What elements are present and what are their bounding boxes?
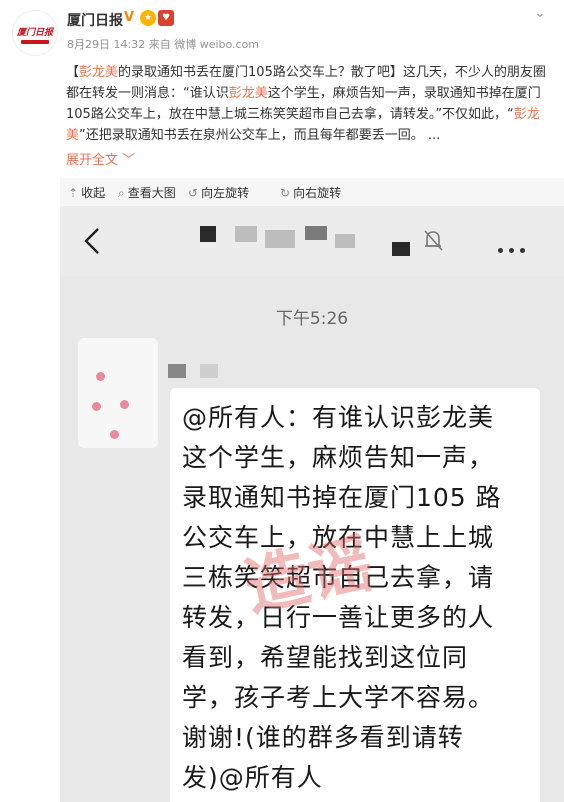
- rotate-left-icon: ↺: [188, 186, 199, 200]
- blurred-title: [392, 242, 410, 256]
- chat-topbar: [60, 206, 564, 276]
- account-name[interactable]: 厦门日报: [67, 10, 123, 30]
- back-arrow-icon: [84, 228, 99, 254]
- post-header: 厦门日报 厦门日报 V ★ ♥ 8月29日 14:32 来自 微博 weibo.…: [0, 0, 564, 60]
- blurred-title: [305, 226, 327, 240]
- post-body: 【彭龙美的录取通知书丢在厦门105路公交车上？散了吧】这几天，不少人的朋友圈都在…: [66, 62, 546, 146]
- view-large-button[interactable]: ⌕ 查看大图: [118, 184, 176, 201]
- more-options-icon: [498, 238, 531, 257]
- post-source: 来自 微博 weibo.com: [148, 38, 260, 51]
- blurred-sender-name: [200, 364, 218, 378]
- rotate-right-button[interactable]: ↻ 向右旋转: [280, 184, 341, 201]
- post-image[interactable]: 下午5:26 @所有人：有谁认识彭龙美这个学生，麻烦告知一声，录取通知书掉在厦门…: [60, 206, 564, 802]
- rotate-left-label: 向左旋转: [201, 186, 250, 200]
- topic-link[interactable]: 彭龙美: [229, 86, 268, 101]
- avatar-pattern-dot: [110, 430, 119, 439]
- avatar-pattern-dot: [120, 400, 129, 409]
- rotate-right-label: 向右旋转: [293, 186, 342, 200]
- avatar-pattern-dot: [96, 372, 105, 381]
- logo-bar: [21, 40, 49, 44]
- rotate-right-icon: ↻: [280, 186, 291, 200]
- topic-link[interactable]: 彭龙美: [79, 65, 118, 80]
- verified-icon: V: [124, 10, 135, 25]
- blurred-sender-name: [168, 364, 186, 378]
- mute-bell-icon: [424, 230, 443, 251]
- chevron-down-icon[interactable]: ⌄: [534, 6, 548, 20]
- chat-timestamp: 下午5:26: [275, 309, 349, 329]
- collapse-label: 收起: [81, 186, 106, 200]
- blurred-title: [200, 226, 216, 242]
- collapse-icon: ⇡: [68, 186, 79, 200]
- account-avatar[interactable]: 厦门日报: [12, 10, 58, 56]
- collapse-button[interactable]: ⇡ 收起: [68, 184, 105, 201]
- post-segment: 【: [66, 65, 80, 80]
- rotate-left-button[interactable]: ↺ 向左旋转: [188, 184, 249, 201]
- avatar-pattern-dot: [92, 402, 101, 411]
- blurred-title: [335, 234, 355, 248]
- logo-text: 厦门日报: [16, 28, 53, 38]
- post-meta: 8月29日 14:32 来自 微博 weibo.com: [67, 36, 259, 52]
- blurred-title: [265, 230, 295, 248]
- post-date[interactable]: 8月29日: [67, 38, 110, 51]
- sender-avatar: [78, 338, 158, 448]
- expand-full-text-link[interactable]: 展开全文 ﹀: [66, 149, 135, 168]
- blurred-title: [235, 226, 257, 242]
- image-toolbar: ⇡ 收起 ⌕ 查看大图 ↺ 向左旋转 ↻ 向右旋转: [60, 178, 564, 206]
- view-large-label: 查看大图: [127, 186, 176, 200]
- vip-badge-icon: ♥: [158, 10, 174, 26]
- post-segment: ”还把录取通知书丢在泉州公交车上，而且每年都要丢一回。 ...: [79, 128, 441, 143]
- post-time[interactable]: 14:32: [114, 38, 146, 51]
- magnify-icon: ⌕: [118, 186, 125, 200]
- member-badge-icon: ★: [140, 10, 156, 26]
